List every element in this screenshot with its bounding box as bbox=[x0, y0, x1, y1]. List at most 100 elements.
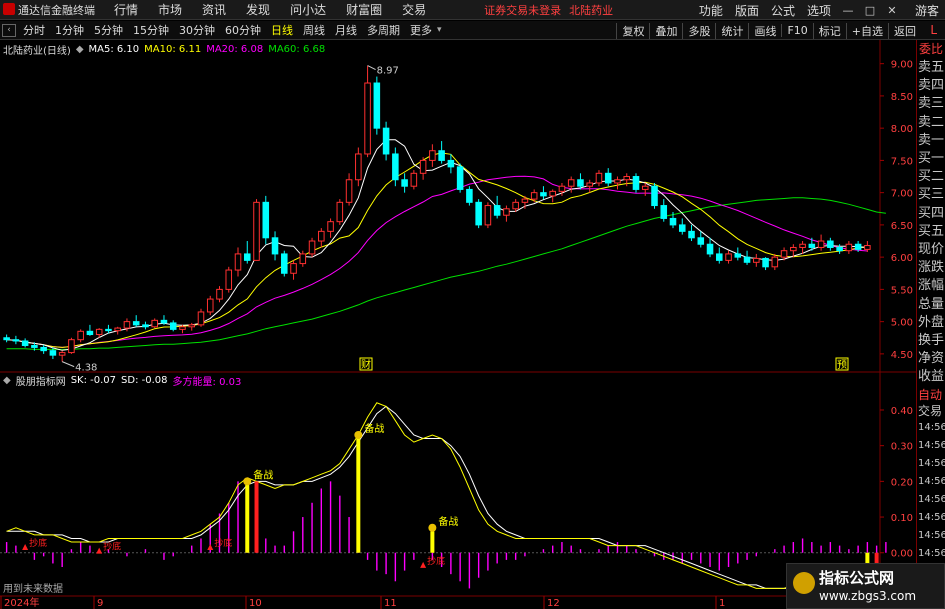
toolbar-multi-stock[interactable]: 多股 bbox=[682, 22, 715, 39]
candle-body bbox=[49, 350, 57, 356]
quote-field-label: 净资 bbox=[918, 351, 945, 366]
stock-label: 北陆药业(日线) bbox=[3, 45, 71, 57]
stock-chart[interactable]: 4.50 5.00 5.50 6.00 6.50 7.00 7.50 8.00 8.50 9.00… bbox=[0, 40, 916, 609]
menu-item-news[interactable]: 资讯 bbox=[192, 1, 236, 18]
candle-body bbox=[429, 150, 436, 161]
candle-body bbox=[743, 256, 751, 263]
signal-label: 备战 bbox=[364, 422, 384, 435]
candle-body bbox=[725, 253, 732, 261]
candle-body bbox=[651, 185, 658, 207]
menu-item-options[interactable]: 选项 bbox=[801, 2, 837, 19]
buy-arrow-icon bbox=[420, 561, 427, 568]
guest-label[interactable]: 游客 bbox=[909, 2, 945, 19]
candle-body bbox=[299, 253, 307, 265]
candle-body bbox=[262, 201, 270, 239]
period-daily[interactable]: 日线 bbox=[266, 22, 298, 38]
candle-body bbox=[86, 330, 94, 336]
corner-l-label[interactable]: L bbox=[930, 23, 937, 37]
period-1min[interactable]: 1分钟 bbox=[50, 22, 89, 38]
toolbar-toggle-icon[interactable]: ‹ bbox=[2, 24, 16, 37]
toolbar-overlay[interactable]: 叠加 bbox=[649, 22, 682, 39]
toolbar-draw-line[interactable]: 画线 bbox=[748, 22, 781, 39]
candle-body bbox=[614, 179, 621, 184]
period-multi[interactable]: 多周期 bbox=[362, 22, 405, 38]
app-logo-icon bbox=[3, 3, 15, 15]
candle-body bbox=[179, 326, 186, 330]
candle-body bbox=[623, 176, 631, 181]
menu-item-trade[interactable]: 交易 bbox=[392, 1, 436, 18]
sd-label: SD: -0.08 bbox=[121, 374, 168, 386]
quote-field-label: 卖四 bbox=[918, 78, 945, 93]
candle-body bbox=[530, 192, 538, 200]
y-tick-label: 5.50 bbox=[891, 285, 913, 296]
tab-trade[interactable]: 交易 bbox=[918, 402, 945, 420]
more-chevron-icon[interactable]: ▾ bbox=[437, 25, 442, 35]
candle-body bbox=[105, 328, 112, 332]
watermark-title: 指标公式网 bbox=[819, 569, 895, 587]
future-data-note: 用到未来数据 bbox=[3, 584, 63, 595]
period-monthly[interactable]: 月线 bbox=[330, 22, 362, 38]
candle-body bbox=[632, 176, 640, 190]
candle-body bbox=[271, 237, 279, 255]
menu-item-wealth[interactable]: 财富圈 bbox=[336, 1, 392, 18]
candle-body bbox=[503, 208, 510, 216]
candle-body bbox=[123, 321, 131, 329]
candle-body bbox=[558, 185, 566, 192]
y-tick-label: 8.50 bbox=[891, 92, 913, 103]
toolbar-mark[interactable]: 标记 bbox=[812, 22, 846, 39]
candle-body bbox=[604, 172, 612, 184]
buy-arrow-icon bbox=[207, 544, 214, 551]
period-5min[interactable]: 5分钟 bbox=[89, 22, 128, 38]
period-60min[interactable]: 60分钟 bbox=[220, 22, 266, 38]
toolbar-f10[interactable]: F10 bbox=[781, 24, 812, 37]
menu-item-function[interactable]: 功能 bbox=[693, 2, 729, 19]
indicator-y-tick-label: 0.10 bbox=[891, 513, 913, 524]
period-more[interactable]: 更多 bbox=[405, 22, 437, 38]
candle-body bbox=[373, 82, 381, 129]
signal-bar bbox=[254, 481, 259, 553]
y-tick-label: 5.00 bbox=[891, 318, 913, 329]
maximize-button[interactable]: □ bbox=[859, 4, 881, 17]
period-intraday[interactable]: 分时 bbox=[18, 22, 50, 38]
sk-line bbox=[6, 402, 886, 589]
menu-item-formula[interactable]: 公式 bbox=[765, 2, 801, 19]
legend-circle-icon[interactable]: ◆ bbox=[76, 44, 84, 55]
period-weekly[interactable]: 周线 bbox=[298, 22, 330, 38]
candle-body bbox=[864, 245, 871, 250]
minimize-button[interactable]: — bbox=[837, 4, 859, 17]
period-30min[interactable]: 30分钟 bbox=[174, 22, 220, 38]
candle-body bbox=[493, 205, 501, 216]
menu-item-layout[interactable]: 版面 bbox=[729, 2, 765, 19]
candle-body bbox=[197, 311, 205, 326]
toolbar-restore-rights[interactable]: 复权 bbox=[616, 22, 649, 39]
signal-coin-icon bbox=[243, 477, 252, 486]
toolbar-back[interactable]: 返回 bbox=[888, 22, 921, 39]
menu-item-discover[interactable]: 发现 bbox=[236, 1, 280, 18]
quote-field-label: 买三 bbox=[918, 187, 945, 202]
toolbar-add-watchlist[interactable]: +自选 bbox=[845, 22, 888, 39]
login-notice[interactable]: 证券交易未登录 bbox=[484, 2, 561, 18]
candle-body bbox=[169, 322, 177, 330]
indicator-settings-icon[interactable]: ◆ bbox=[3, 375, 11, 386]
period-toolbar: ‹ 分时 1分钟 5分钟 15分钟 30分钟 60分钟 日线 周线 月线 多周期… bbox=[0, 21, 945, 40]
forecast-marker: 预 bbox=[837, 359, 847, 371]
x-tick-label: 10 bbox=[249, 598, 262, 609]
signal-coin-icon bbox=[354, 430, 363, 439]
quote-field-label: 卖一 bbox=[918, 132, 945, 147]
quote-field-label: 买五 bbox=[918, 223, 945, 238]
menu-item-quotes[interactable]: 行情 bbox=[104, 1, 148, 18]
candle-body bbox=[854, 243, 862, 250]
candle-body bbox=[401, 179, 408, 187]
candle-body bbox=[827, 240, 834, 248]
toolbar-statistics[interactable]: 统计 bbox=[715, 22, 748, 39]
y-tick-label: 6.00 bbox=[891, 253, 913, 264]
candle-body bbox=[243, 253, 251, 261]
candle-body bbox=[308, 240, 316, 255]
menu-item-market[interactable]: 市场 bbox=[148, 1, 192, 18]
chart-area[interactable]: 4.50 5.00 5.50 6.00 6.50 7.00 7.50 8.00 8.50 9.00… bbox=[0, 40, 916, 609]
period-15min[interactable]: 15分钟 bbox=[128, 22, 174, 38]
close-button[interactable]: ✕ bbox=[881, 4, 903, 17]
menu-item-ask[interactable]: 问小达 bbox=[280, 1, 336, 18]
candle-body bbox=[567, 179, 575, 187]
quote-side-panel: 委比 卖五 卖四 卖三 卖二 卖一 买一 买二 买三 买四 买五 现价 涨跌 涨幅 总量 外盘 换手 净资 收益 … bbox=[916, 40, 945, 609]
